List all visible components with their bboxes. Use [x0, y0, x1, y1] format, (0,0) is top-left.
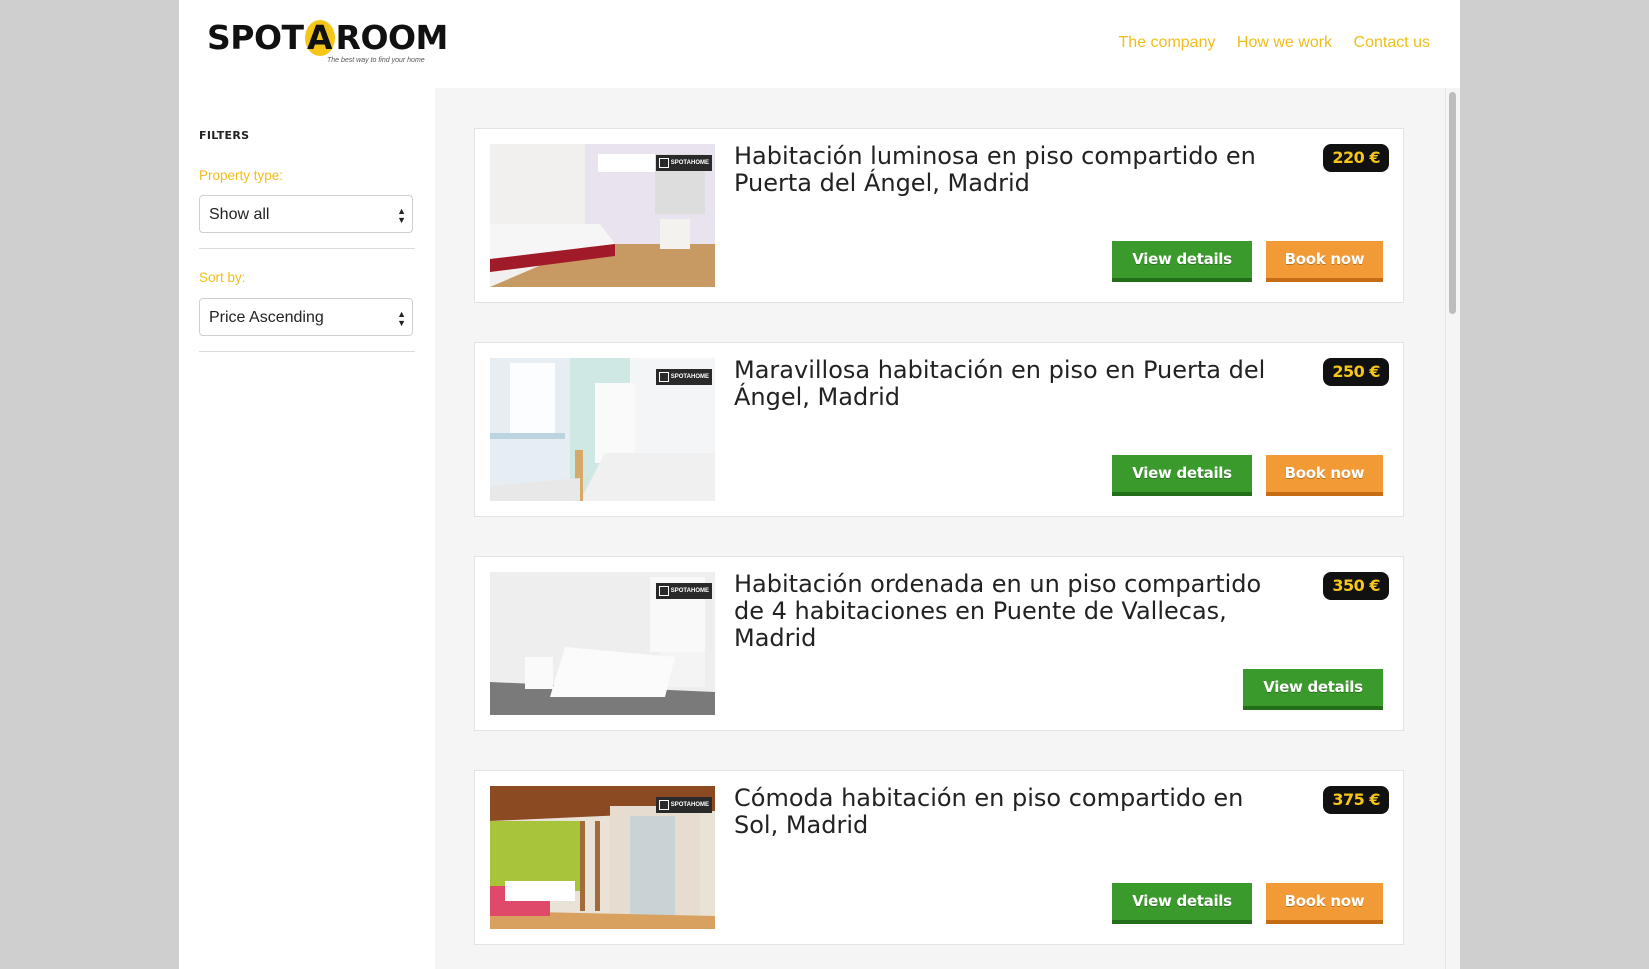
- select-arrows-icon: ▲ ▼: [397, 309, 406, 328]
- nav-link-contact-us[interactable]: Contact us: [1354, 34, 1430, 51]
- listing-card: SPOTAHOME Maravillosa habitación en piso…: [474, 342, 1404, 517]
- listings-panel: SPOTAHOME Habitación luminosa en piso co…: [435, 88, 1460, 969]
- select-arrows-icon: ▲ ▼: [397, 206, 406, 225]
- watermark: SPOTAHOME: [656, 369, 712, 385]
- view-details-button[interactable]: View details: [1112, 241, 1252, 282]
- price-badge: 250 €: [1323, 358, 1389, 386]
- bedroom-desk-icon[interactable]: SPOTAHOME: [490, 358, 715, 501]
- listing-title[interactable]: Habitación ordenada en un piso compartid…: [734, 571, 1269, 652]
- listing-title[interactable]: Cómoda habitación en piso compartido en …: [734, 785, 1269, 839]
- listing-card: SPOTAHOME Habitación ordenada en un piso…: [474, 556, 1404, 731]
- view-details-button[interactable]: View details: [1112, 455, 1252, 496]
- scrollbar[interactable]: [1445, 88, 1458, 969]
- watermark: SPOTAHOME: [656, 583, 712, 599]
- price-badge: 375 €: [1323, 786, 1389, 814]
- book-now-button[interactable]: Book now: [1266, 241, 1383, 282]
- view-details-button[interactable]: View details: [1112, 883, 1252, 924]
- property-type-value: Show all: [209, 206, 270, 223]
- nav-link-the-company[interactable]: The company: [1119, 34, 1216, 51]
- top-nav: The company How we work Contact us: [1102, 34, 1430, 52]
- bedroom-white-icon[interactable]: SPOTAHOME: [490, 572, 715, 715]
- filters-title: Filters: [199, 124, 250, 143]
- logo-text-right: ROOM: [335, 18, 449, 57]
- listing-title[interactable]: Habitación luminosa en piso compartido e…: [734, 143, 1269, 197]
- property-type-select[interactable]: Show all ▲ ▼: [199, 195, 413, 233]
- logo[interactable]: SPOT A ROOM The best way to find your home: [207, 20, 448, 70]
- logo-a-badge: A: [304, 20, 335, 56]
- price-badge: 220 €: [1323, 144, 1389, 172]
- logo-tagline: The best way to find your home: [327, 57, 425, 64]
- scrollbar-thumb[interactable]: [1449, 92, 1456, 314]
- filter-divider: [199, 351, 415, 352]
- book-now-button[interactable]: Book now: [1266, 883, 1383, 924]
- watermark: SPOTAHOME: [656, 797, 712, 813]
- listing-card: SPOTAHOME Cómoda habitación en piso comp…: [474, 770, 1404, 945]
- view-details-button[interactable]: View details: [1243, 669, 1383, 710]
- sort-by-label: Sort by:: [199, 270, 246, 285]
- listing-title[interactable]: Maravillosa habitación en piso en Puerta…: [734, 357, 1269, 411]
- nav-link-how-we-work[interactable]: How we work: [1237, 34, 1332, 51]
- sort-by-select[interactable]: Price Ascending ▲ ▼: [199, 298, 413, 336]
- sort-by-value: Price Ascending: [209, 309, 324, 326]
- header: SPOT A ROOM The best way to find your home…: [179, 0, 1460, 88]
- property-type-label: Property type:: [199, 168, 284, 183]
- watermark: SPOTAHOME: [656, 155, 712, 171]
- bedroom-lilac-icon[interactable]: SPOTAHOME: [490, 144, 715, 287]
- loft-room-icon[interactable]: SPOTAHOME: [490, 786, 715, 929]
- filter-divider: [199, 248, 415, 249]
- listing-card: SPOTAHOME Habitación luminosa en piso co…: [474, 128, 1404, 303]
- filters-sidebar: Filters Property type: Show all ▲ ▼ Sort …: [179, 88, 435, 969]
- logo-text-left: SPOT: [207, 18, 304, 57]
- logo-wordmark: SPOT A ROOM: [207, 20, 448, 56]
- book-now-button[interactable]: Book now: [1266, 455, 1383, 496]
- price-badge: 350 €: [1323, 572, 1389, 600]
- page: SPOT A ROOM The best way to find your home…: [179, 0, 1460, 969]
